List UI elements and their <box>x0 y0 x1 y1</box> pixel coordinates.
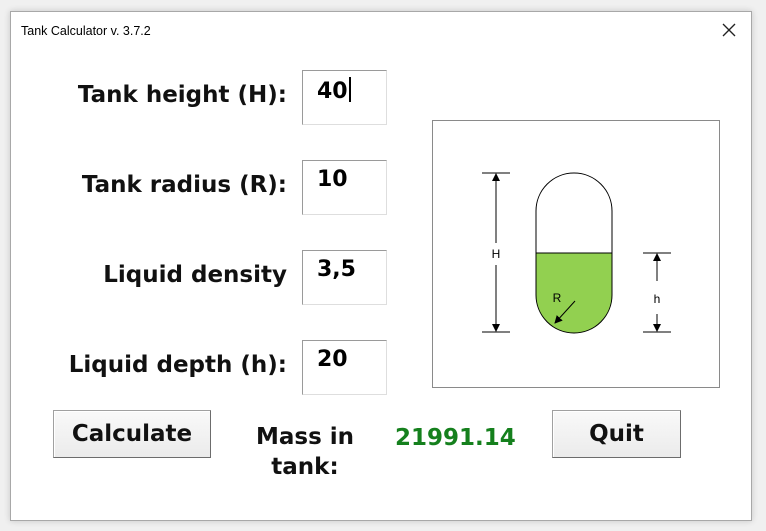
tank-radius-label: Tank radius (R): <box>81 172 287 198</box>
mass-value: 21991.14 <box>395 425 516 451</box>
depth-diagram-label: h <box>654 292 661 306</box>
liquid-depth-input[interactable]: 20 <box>302 340 387 395</box>
tank-height-value: 40 <box>317 79 348 104</box>
height-diagram-label: H <box>492 247 501 261</box>
mass-label-line1: Mass in <box>255 424 355 450</box>
radius-diagram-label: R <box>553 291 562 305</box>
liquid-depth-value: 20 <box>317 347 348 372</box>
liquid-density-input[interactable]: 3,5 <box>302 250 387 305</box>
liquid-density-label: Liquid density <box>103 262 287 288</box>
text-caret <box>348 77 351 102</box>
tank-radius-value: 10 <box>317 167 348 192</box>
window-title: Tank Calculator v. 3.7.2 <box>21 24 151 38</box>
tank-height-label: Tank height (H): <box>77 82 287 108</box>
mass-label: Mass in tank: <box>249 422 361 482</box>
mass-label-line2: tank: <box>271 454 339 480</box>
liquid-density-value: 3,5 <box>317 257 356 282</box>
tank-diagram: H h R <box>432 120 720 388</box>
close-icon <box>722 23 736 37</box>
close-button[interactable] <box>707 12 751 48</box>
app-window: Tank Calculator v. 3.7.2 Tank height (H)… <box>10 11 752 521</box>
tank-diagram-graphic: H h R <box>482 172 671 334</box>
tank-height-input[interactable]: 40 <box>302 70 387 125</box>
liquid-depth-label: Liquid depth (h): <box>68 352 287 378</box>
quit-button[interactable]: Quit <box>552 410 681 458</box>
title-bar: Tank Calculator v. 3.7.2 <box>11 12 751 48</box>
tank-radius-input[interactable]: 10 <box>302 160 387 215</box>
liquid-fill <box>536 253 612 333</box>
calculate-button[interactable]: Calculate <box>53 410 211 458</box>
